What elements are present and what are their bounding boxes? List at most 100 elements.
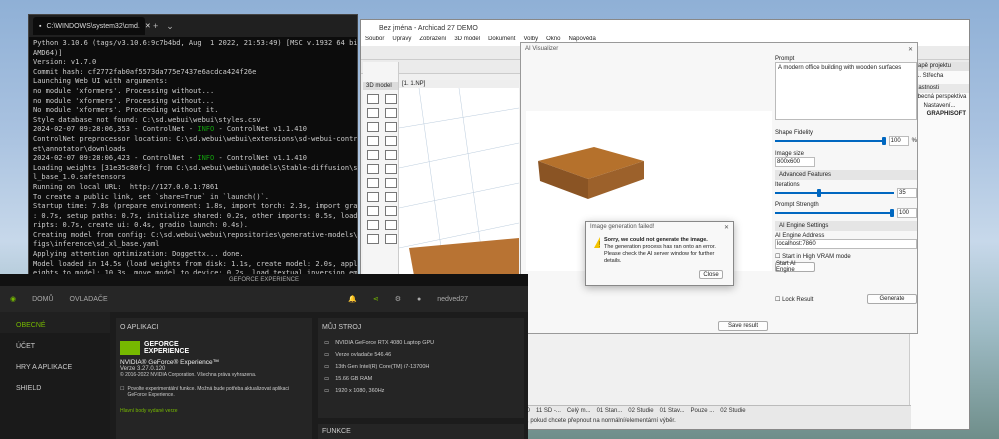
experimental-label: Povolte experimentální funkce. Možná bud… [127, 386, 289, 398]
status-item[interactable]: Pouze ... [691, 408, 715, 414]
new-tab-icon[interactable]: + [153, 21, 158, 31]
cmd-tab[interactable]: ▪ C:\WINDOWS\system32\cmd. ✕ [33, 17, 151, 35]
cmd-tab-title: C:\WINDOWS\system32\cmd. [46, 22, 140, 30]
close-icon[interactable]: ✕ [145, 22, 151, 30]
cmd-window[interactable]: ▪ C:\WINDOWS\system32\cmd. ✕ + ⌄ Python 3.… [28, 14, 358, 279]
tool-icon[interactable] [385, 192, 397, 202]
tool-icon[interactable] [385, 136, 397, 146]
tool-icon[interactable] [367, 192, 379, 202]
menu-item[interactable]: Dokument [488, 36, 515, 46]
menu-item[interactable]: Soubor [365, 36, 384, 46]
cmd-line: et\annotator\downloads [33, 144, 126, 153]
gfe-nav-item[interactable]: HRY A APLIKACE [0, 354, 110, 375]
avatar[interactable]: ● [417, 296, 421, 303]
tool-icon[interactable] [367, 94, 379, 104]
cmd-line: Launching Web UI with arguments: [33, 77, 168, 86]
navigator-item[interactable]: 1. Střecha [913, 72, 966, 80]
error-dialog[interactable]: Image generation failed! ✕ ! Sorry, we co… [585, 221, 734, 286]
home-tab[interactable]: DOMŮ [32, 296, 53, 303]
menu-item[interactable]: Úpravy [392, 36, 411, 46]
viewport-tab[interactable]: [1. 1.NP] [399, 80, 519, 88]
shape-fidelity-value[interactable]: 100 [888, 136, 909, 146]
tool-icon[interactable] [385, 206, 397, 216]
generate-button[interactable]: Generate [867, 294, 917, 304]
vram-checkbox[interactable]: ☐ [775, 254, 780, 260]
menu-item[interactable]: Zobrazení [419, 36, 446, 46]
tool-icon[interactable] [367, 108, 379, 118]
cmd-line: no module 'xformers'. Processing without… [33, 96, 215, 105]
bell-icon[interactable]: 🔔 [348, 295, 357, 303]
tool-icon[interactable] [367, 234, 379, 244]
rig-text: 13th Gen Intel(R) Core(TM) i7-13700H [335, 364, 430, 370]
lock-label: Lock Result [782, 296, 814, 303]
engine-settings-header[interactable]: AI Engine Settings [775, 221, 917, 231]
status-item[interactable]: Celý m... [567, 408, 591, 414]
engine-address-input[interactable]: localhost:7860 [775, 239, 917, 249]
tool-icon[interactable] [367, 178, 379, 188]
tool-icon[interactable] [385, 108, 397, 118]
ai-visualizer-window[interactable]: AI Visualizer ✕ Prompt A modern office bu… [520, 42, 918, 334]
tool-icon[interactable] [367, 122, 379, 132]
start-engine-button[interactable]: Start AI Engine [775, 261, 815, 273]
hardware-icon: ▭ [324, 376, 330, 382]
tool-icon[interactable] [367, 220, 379, 230]
close-button[interactable]: Close [699, 270, 723, 279]
close-icon[interactable]: ✕ [724, 224, 729, 231]
drivers-tab[interactable]: OVLADAČE [70, 296, 108, 303]
cmd-line: To create a public link, set `share=True… [33, 192, 270, 201]
cmd-line: Startup time: 7.8s (prepare environment:… [33, 202, 358, 211]
gfe-nav-item[interactable]: OBECNÉ [0, 312, 110, 333]
release-notes-link[interactable]: Hlavní body vydané verze [116, 406, 312, 416]
cmd-line: AMD64)] [33, 48, 63, 57]
tool-icon[interactable] [385, 150, 397, 160]
status-item[interactable]: 01 Stav... [660, 408, 685, 414]
status-item[interactable]: 02 Studie [720, 408, 745, 414]
close-icon[interactable]: ✕ [908, 46, 913, 53]
cmd-line: Running on local URL: http://127.0.0.1:7… [33, 182, 219, 191]
prompt-input[interactable]: A modern office building with wooden sur… [775, 62, 917, 120]
gfe-nav-item[interactable]: SHIELD [0, 375, 110, 396]
tool-icon[interactable] [385, 94, 397, 104]
iterations-slider[interactable] [775, 189, 894, 197]
status-item[interactable]: 01 Stan... [597, 408, 623, 414]
prompt-strength-value[interactable]: 100 [897, 208, 917, 218]
tool-icon[interactable] [385, 178, 397, 188]
hardware-icon: ▭ [324, 364, 330, 370]
chevron-down-icon[interactable]: ⌄ [166, 21, 174, 32]
shape-fidelity-slider[interactable] [775, 137, 886, 145]
iterations-value[interactable]: 35 [897, 188, 917, 198]
status-item[interactable]: 02 Studie [628, 408, 653, 414]
toolbox-section[interactable]: 3D model [363, 82, 398, 90]
cmd-line: 2024-02-07 09:28:06,353 - ControlNet - I… [33, 125, 307, 134]
geforce-window[interactable]: GEFORCE EXPERIENCE ◉ DOMŮ OVLADAČE 🔔 ⋖ ⚙… [0, 274, 528, 439]
rig-item: ▭ 13th Gen Intel(R) Core(TM) i7-13700H [318, 361, 524, 373]
tool-icon[interactable] [367, 164, 379, 174]
username: nedved27 [437, 295, 468, 303]
experimental-checkbox[interactable]: ☐ [120, 386, 124, 398]
image-size-select[interactable]: 800x600 [775, 157, 815, 167]
settings-panel: Prompt A modern office building with woo… [775, 56, 917, 330]
tool-icon[interactable] [385, 164, 397, 174]
hardware-icon: ▭ [324, 352, 330, 358]
gfe-sidebar: OBECNÉ ÚČET HRY A APLIKACE SHIELD [0, 312, 110, 439]
menu-item[interactable]: 3D model [454, 36, 480, 46]
image-size-label: Image size [775, 151, 805, 157]
cmd-icon: ▪ [39, 22, 42, 30]
tool-icon[interactable] [385, 122, 397, 132]
tool-icon[interactable] [367, 136, 379, 146]
tool-icon[interactable] [385, 234, 397, 244]
prompt-strength-slider[interactable] [775, 209, 894, 217]
tool-icon[interactable] [367, 206, 379, 216]
gear-icon[interactable]: ⚙ [395, 295, 401, 303]
cmd-tabbar: ▪ C:\WINDOWS\system32\cmd. ✕ + ⌄ [29, 15, 357, 37]
status-item[interactable]: 11 SD -... [536, 408, 561, 414]
share-icon[interactable]: ⋖ [373, 295, 379, 303]
tool-icon[interactable] [385, 220, 397, 230]
advanced-features-header[interactable]: Advanced Features [775, 170, 917, 180]
gfe-nav-item[interactable]: ÚČET [0, 333, 110, 354]
save-result-button[interactable]: Save result [718, 321, 768, 331]
lock-checkbox[interactable]: ☐ [775, 297, 780, 303]
dialog-title: Image generation failed! [590, 224, 655, 230]
settings-button[interactable]: Nastavení... [910, 102, 969, 111]
tool-icon[interactable] [367, 150, 379, 160]
